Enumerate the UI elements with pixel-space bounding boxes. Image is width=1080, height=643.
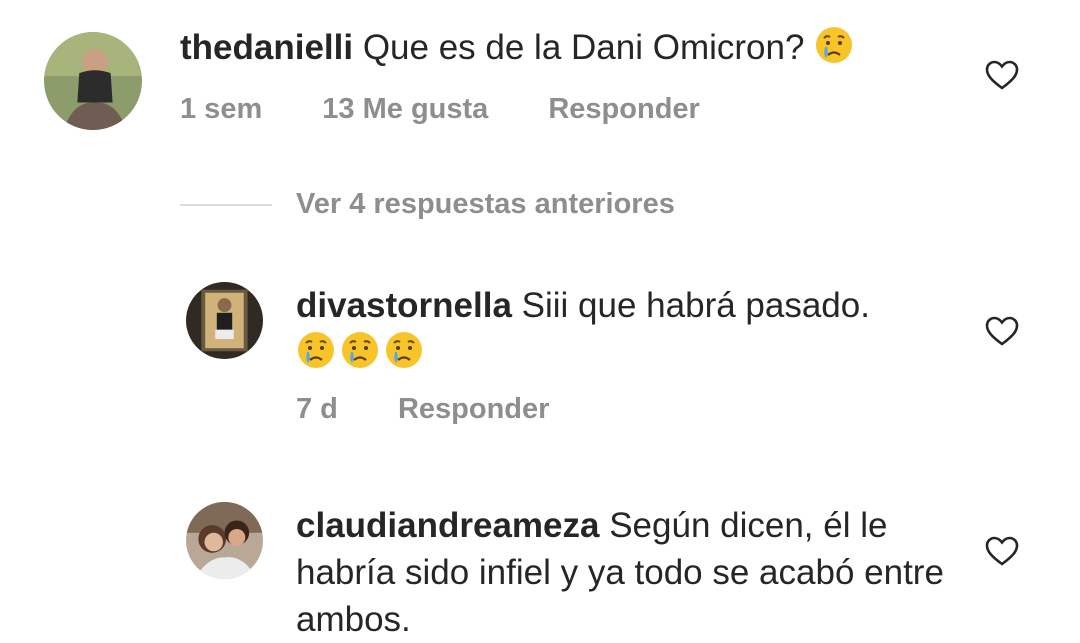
avatar-thedanielli[interactable]: [44, 32, 142, 130]
avatar-claudiandreameza[interactable]: [186, 502, 263, 579]
comment-2-meta: 7 d Responder: [296, 392, 601, 426]
comment-1-body: thedanielli Que es de la Dani Omicron?: [180, 24, 940, 71]
comment-3-username[interactable]: claudiandreameza: [296, 506, 599, 545]
comment-2-body: divastornella Siii que habrá pasado.: [296, 282, 956, 376]
comment-1-username[interactable]: thedanielli: [180, 28, 353, 67]
crying-face-emoji: [342, 332, 378, 368]
comment-2-reply-button[interactable]: Responder: [398, 393, 549, 425]
heart-icon[interactable]: [985, 59, 1019, 91]
heart-icon[interactable]: [985, 315, 1019, 347]
crying-face-emoji: [816, 27, 853, 63]
comment-1-likes[interactable]: 13 Me gusta: [322, 93, 488, 125]
divider-line: [180, 203, 272, 206]
comment-1-time: 1 sem: [180, 93, 263, 125]
comment-3-body: claudiandreameza Según dicen, él le habr…: [296, 502, 946, 643]
crying-face-emoji: [386, 332, 422, 368]
crying-face-emoji: [298, 332, 334, 368]
comment-1-reply-button[interactable]: Responder: [548, 93, 699, 125]
comment-2-time: 7 d: [296, 393, 338, 425]
comment-2-username[interactable]: divastornella: [296, 286, 512, 325]
comment-1-meta: 1 sem 13 Me gusta Responder: [180, 92, 752, 126]
heart-icon[interactable]: [985, 535, 1019, 567]
view-previous-label[interactable]: Ver 4 respuestas anteriores: [296, 188, 675, 221]
comment-1-text: Que es de la Dani Omicron?: [362, 28, 805, 67]
comment-2-text: Siii que habrá pasado.: [521, 286, 870, 325]
avatar-divastornella[interactable]: [186, 282, 263, 359]
view-previous-replies[interactable]: Ver 4 respuestas anteriores: [180, 188, 675, 221]
